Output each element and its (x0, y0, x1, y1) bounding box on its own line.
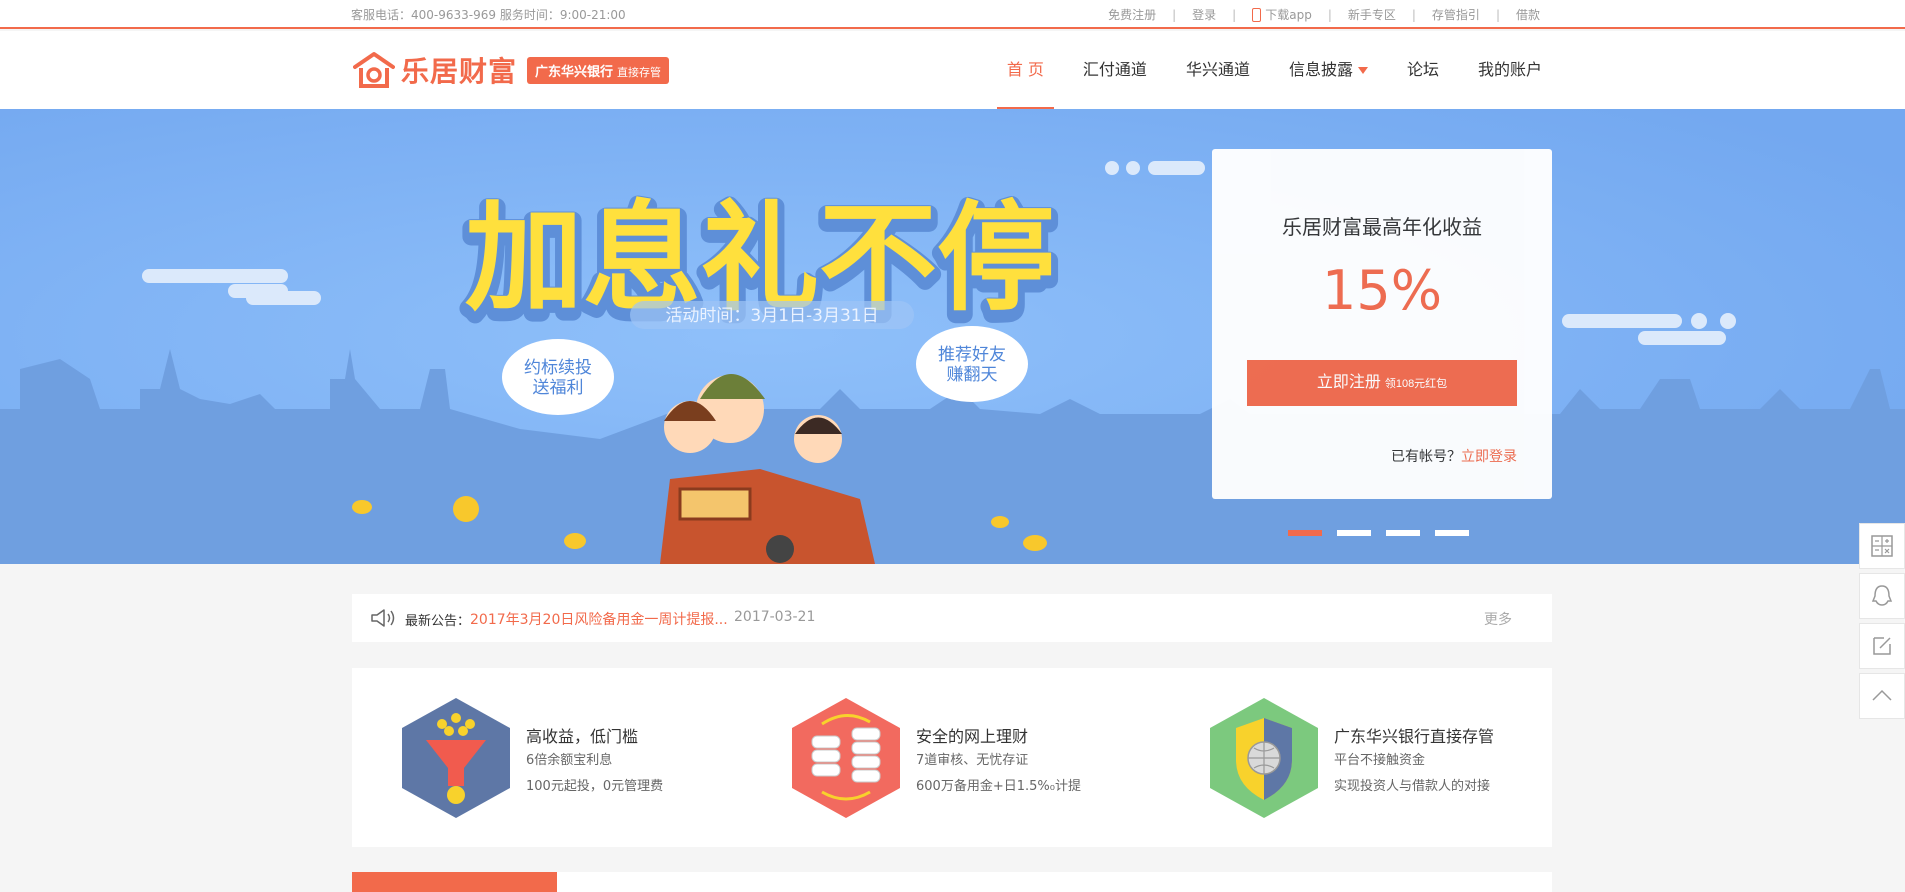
main-header: 乐居财富 广东华兴银行 直接存管 首 页 汇付通道 华兴通道 信息披露 论坛 我的… (0, 31, 1905, 109)
separator: | (1232, 7, 1237, 22)
nav-huaxing-channel[interactable]: 华兴通道 (1176, 31, 1260, 109)
separator: | (1327, 7, 1332, 22)
nav-forum[interactable]: 论坛 (1397, 31, 1449, 109)
top-links: 免费注册 | 登录 | 下载app | 新手专区 | 存管指引 | 借款 (1108, 6, 1540, 23)
download-app-link[interactable]: 下载app (1265, 6, 1312, 23)
feature-line: 6倍余额宝利息 (526, 753, 613, 768)
feature-line: 600万备用金+日1.5%₀计提 (916, 779, 1081, 794)
feature-line: 平台不接触资金 (1334, 753, 1426, 768)
more-link[interactable]: 更多 (1484, 609, 1512, 629)
feature-title: 安全的网上理财 (916, 727, 1029, 746)
house-logo-icon (353, 52, 395, 88)
product-section-header (352, 872, 1552, 892)
nav-huifu-channel[interactable]: 汇付通道 (1073, 31, 1157, 109)
badge-sub: 直接存管 (617, 65, 662, 79)
bubble-right: 推荐好友 赚翻天 (916, 326, 1028, 402)
separator: | (1411, 7, 1416, 22)
separator: | (1495, 7, 1500, 22)
login-link[interactable]: 登录 (1192, 6, 1216, 23)
bank-custody-badge: 广东华兴银行 直接存管 (527, 56, 670, 84)
phone-icon (1252, 7, 1262, 22)
product-tab[interactable] (352, 872, 557, 892)
newbie-zone-link[interactable]: 新手专区 (1348, 6, 1396, 23)
register-button-label: 立即注册 (1316, 374, 1381, 391)
nav-my-account[interactable]: 我的账户 (1468, 31, 1552, 109)
carousel-dot-1[interactable] (1288, 530, 1322, 536)
carousel-dot-4[interactable] (1435, 530, 1469, 536)
chevron-up-icon (1872, 689, 1892, 701)
announcement-link[interactable]: 2017年3月20日风险备用金一周计提报... (470, 609, 728, 629)
announcement-label: 最新公告： (405, 614, 471, 629)
nav-disclosure[interactable]: 信息披露 (1279, 31, 1378, 109)
badge-bank-name: 广东华兴银行 (535, 64, 614, 80)
free-register-link[interactable]: 免费注册 (1108, 6, 1156, 23)
register-bonus: 领108元红包 (1384, 378, 1448, 390)
custody-guide-link[interactable]: 存管指引 (1432, 6, 1480, 23)
bubble-left-line1: 约标续投 (524, 358, 592, 378)
login-prompt: 已有帐号？立即登录 (1391, 446, 1517, 466)
funnel-icon (402, 698, 510, 818)
main-nav: 首 页 汇付通道 华兴通道 信息披露 论坛 我的账户 (978, 31, 1552, 109)
speaker-icon (371, 609, 395, 627)
banner-artwork: 加息礼不停 加息礼不停 活动时间：3月1日-3月31日 约标续投 送福利 推荐好… (0, 109, 1905, 564)
max-annual-rate: 15% (1321, 259, 1443, 322)
nav-home[interactable]: 首 页 (996, 31, 1054, 109)
have-account-text: 已有帐号？ (1391, 449, 1461, 465)
feedback-button[interactable] (1859, 623, 1905, 669)
features-section: 高收益，低门槛 6倍余额宝利息 100元起投，0元管理费 安全的网上理财 7道审… (352, 668, 1552, 847)
feature-title: 广东华兴银行直接存管 (1334, 727, 1495, 746)
feature-line: 实现投资人与借款人的对接 (1334, 779, 1491, 794)
calculator-button[interactable] (1859, 523, 1905, 569)
back-to-top-button[interactable] (1859, 673, 1905, 719)
borrow-link[interactable]: 借款 (1516, 6, 1540, 23)
nav-disclosure-label: 信息披露 (1288, 60, 1353, 79)
site-logo[interactable]: 乐居财富 广东华兴银行 直接存管 (353, 50, 670, 90)
feature-line: 7道审核、无忧存证 (916, 753, 1029, 768)
side-toolbar (1859, 523, 1905, 723)
carousel-dot-3[interactable] (1386, 530, 1420, 536)
feature-line: 100元起投，0元管理费 (526, 779, 664, 794)
register-panel: 乐居财富最高年化收益 15% 立即注册 领108元红包 已有帐号？立即登录 (1212, 149, 1552, 499)
caret-down-icon (1357, 67, 1368, 74)
carousel-dot-2[interactable] (1337, 530, 1371, 536)
separator: | (1172, 7, 1177, 22)
carousel-indicators (1288, 530, 1484, 536)
register-button[interactable]: 立即注册 领108元红包 (1247, 360, 1517, 406)
hero-banner[interactable]: 加息礼不停 加息礼不停 活动时间：3月1日-3月31日 约标续投 送福利 推荐好… (0, 109, 1905, 564)
bubble-left-line2: 送福利 (533, 378, 584, 398)
bubble-right-line1: 推荐好友 (938, 345, 1006, 365)
bubble-right-line2: 赚翻天 (947, 365, 998, 385)
calculator-icon (1871, 535, 1893, 557)
announcement-bar: 最新公告： 2017年3月20日风险备用金一周计提报... 2017-03-21… (352, 594, 1552, 642)
bubble-left: 约标续投 送福利 (502, 339, 614, 415)
edit-icon (1873, 637, 1891, 655)
announcement-date: 2017-03-21 (734, 609, 816, 625)
top-bar: 客服电话：400-9633-969 服务时间：9:00-21:00 免费注册 |… (0, 0, 1905, 29)
login-now-link[interactable]: 立即登录 (1461, 449, 1517, 465)
feature-title: 高收益，低门槛 (526, 727, 639, 746)
qq-support-button[interactable] (1859, 573, 1905, 619)
database-icon (792, 698, 900, 818)
qq-icon (1871, 585, 1893, 606)
panel-title: 乐居财富最高年化收益 (1282, 215, 1482, 239)
shield-icon (1210, 698, 1318, 818)
logo-wordmark: 乐居财富 (401, 55, 518, 88)
service-hotline: 客服电话：400-9633-969 服务时间：9:00-21:00 (351, 8, 626, 22)
activity-period: 活动时间：3月1日-3月31日 (665, 306, 878, 326)
